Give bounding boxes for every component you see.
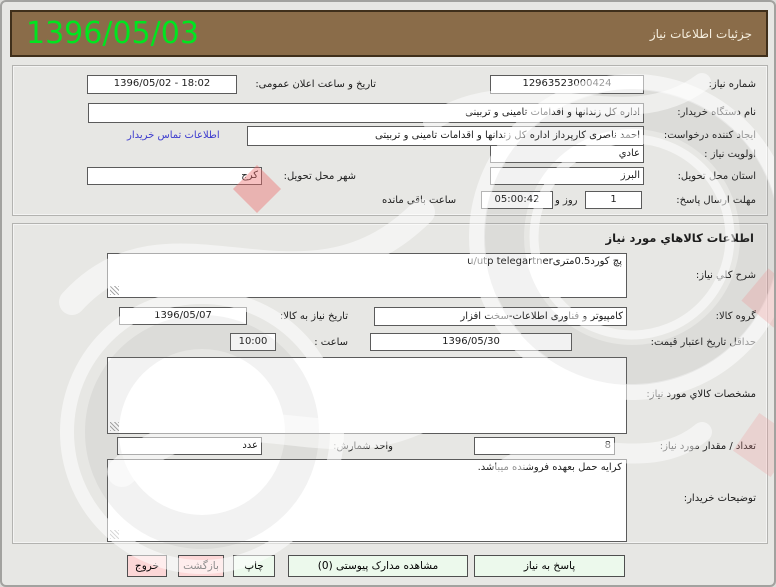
header-date: 1396/05/03 xyxy=(26,16,199,51)
hour-field[interactable]: 10:00 xyxy=(230,333,276,351)
price-validity-date-field[interactable]: 1396/05/30 xyxy=(370,333,572,351)
delivery-province-label: استان محل تحویل: xyxy=(677,171,756,182)
priority-label: اولویت نیاز : xyxy=(704,149,756,160)
delivery-city-field[interactable]: کرج xyxy=(87,167,262,185)
goods-group-field[interactable]: کامپیوتر و فناوری اطلاعات-سخت افزار xyxy=(374,307,627,326)
deadline-days-field[interactable]: 1 xyxy=(585,191,642,209)
reply-to-need-button[interactable]: پاسخ به نیاز xyxy=(474,555,625,577)
deadline-days-suffix: روز و xyxy=(555,195,578,206)
need-date-label: تاریخ نیاز به کالا: xyxy=(279,311,348,322)
need-date-field[interactable]: 1396/05/07 xyxy=(119,307,247,325)
buyer-notes-text: کرایه حمل بعهده فروشنده میباشد. xyxy=(477,462,622,473)
exit-button[interactable]: خروج xyxy=(127,555,167,577)
resize-grip-icon[interactable] xyxy=(110,422,119,431)
resize-grip-icon[interactable] xyxy=(110,530,119,539)
goods-specs-label: مشخصات کالاي مورد نیاز: xyxy=(646,389,756,400)
need-description-area[interactable]: پچ کورد0.5متریu/utp telegartner xyxy=(107,253,627,298)
delivery-city-label: شهر محل تحویل: xyxy=(283,171,356,182)
need-description-label: شرح کلي نیاز: xyxy=(695,270,756,281)
deadline-time-field[interactable]: 05:00:42 xyxy=(481,191,553,209)
count-unit-field[interactable]: عدد xyxy=(117,437,262,455)
page-root: 1396/05/03 جزئیات اطلاعات نیاز شماره نیا… xyxy=(0,0,776,587)
buyer-contact-link[interactable]: اطلاعات تماس خریدار xyxy=(127,130,220,141)
priority-field[interactable]: عادي xyxy=(490,145,644,163)
response-deadline-label: مهلت ارسال پاسخ: xyxy=(676,195,756,206)
goods-specs-area[interactable] xyxy=(107,357,627,434)
request-creator-label: ایجاد کننده درخواست: xyxy=(663,130,756,141)
page-title: جزئیات اطلاعات نیاز xyxy=(649,26,752,41)
back-button[interactable]: بازگشت xyxy=(178,555,224,577)
count-unit-label: واحد شمارش: xyxy=(333,441,393,452)
buyer-org-field[interactable]: اداره کل زندانها و اقدامات تامینی و تربی… xyxy=(88,103,644,123)
need-description-text: پچ کورد0.5متریu/utp telegartner xyxy=(467,256,622,267)
hour-label: ساعت : xyxy=(314,337,348,348)
resize-grip-icon[interactable] xyxy=(110,286,119,295)
delivery-province-field[interactable]: البرز xyxy=(490,167,644,185)
need-number-field[interactable]: 12963523000424 xyxy=(490,75,644,94)
quantity-label: تعداد / مقدار مورد نیاز: xyxy=(659,441,756,452)
announce-datetime-field[interactable]: 1396/05/02 - 18:02 xyxy=(87,75,237,94)
view-attachments-button[interactable]: مشاهده مدارک پیوستی (0) xyxy=(288,555,468,577)
buyer-org-label: نام دستگاه خریدار: xyxy=(677,107,756,118)
buyer-notes-label: توضیحات خریدار: xyxy=(683,493,756,504)
title-bar: 1396/05/03 جزئیات اطلاعات نیاز xyxy=(10,10,768,57)
goods-group-label: گروه کالا: xyxy=(715,311,756,322)
buyer-notes-area[interactable]: کرایه حمل بعهده فروشنده میباشد. xyxy=(107,459,627,542)
request-creator-field[interactable]: احمد ناصری کارپرداز اداره کل زندانها و ا… xyxy=(247,126,644,146)
quantity-field[interactable]: 8 xyxy=(474,437,615,455)
print-button[interactable]: چاپ xyxy=(233,555,275,577)
deadline-remaining-suffix: ساعت باقی مانده xyxy=(382,195,457,206)
announce-datetime-label: تاریخ و ساعت اعلان عمومی: xyxy=(255,79,376,90)
price-validity-label: حداقل تاریخ اعتبار قیمت: xyxy=(650,337,756,348)
goods-section-title: اطلاعات کالاهاي مورد نیاز xyxy=(605,231,754,245)
need-number-label: شماره نیاز: xyxy=(708,79,757,90)
